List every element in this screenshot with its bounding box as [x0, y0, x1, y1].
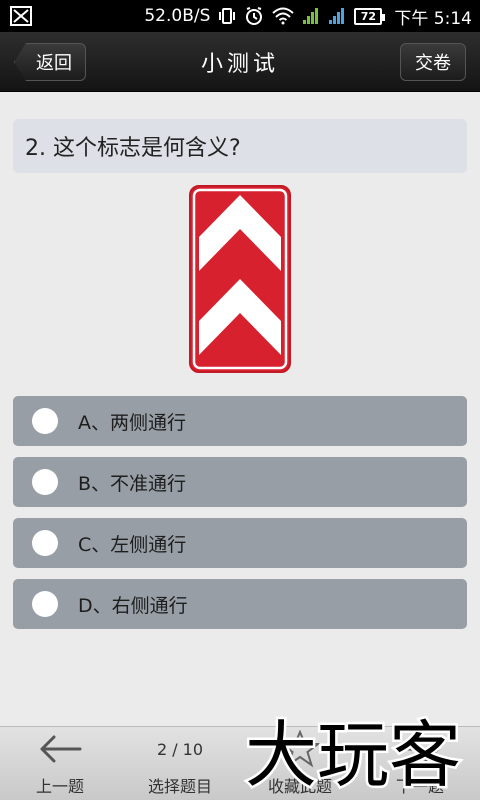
question-progress: 2 / 10	[156, 739, 204, 759]
network-speed: 52.0B/S	[144, 6, 211, 26]
option-a[interactable]: A、两侧通行	[13, 396, 467, 446]
vibrate-icon	[218, 7, 236, 25]
select-question-button[interactable]: 2 / 10 选择题目	[120, 727, 240, 800]
radio-button[interactable]	[32, 469, 58, 495]
clock: 下午 5:14	[394, 8, 472, 29]
option-b[interactable]: B、不准通行	[13, 457, 467, 507]
radio-button[interactable]	[32, 530, 58, 556]
prev-question-button[interactable]: 上一题	[0, 727, 120, 800]
option-label: D、右侧通行	[78, 594, 188, 617]
option-label: A、两侧通行	[78, 411, 186, 434]
traffic-sign-image	[189, 185, 291, 373]
back-button[interactable]: 返回	[14, 43, 86, 81]
signal-icon-2	[328, 7, 346, 25]
page-title: 小测试	[200, 51, 279, 77]
battery-indicator: 72	[354, 7, 386, 25]
submit-button[interactable]: 交卷	[400, 43, 466, 81]
option-d[interactable]: D、右侧通行	[13, 579, 467, 629]
wifi-icon	[272, 7, 295, 25]
select-question-label: 选择题目	[147, 777, 212, 796]
signal-icon-1	[302, 7, 320, 25]
alarm-icon	[244, 6, 264, 26]
option-label: C、左侧通行	[78, 533, 187, 556]
option-label: B、不准通行	[78, 472, 187, 495]
watermark-logo: 大玩客	[242, 711, 463, 800]
debug-icon	[8, 5, 34, 27]
radio-button[interactable]	[32, 408, 58, 434]
watermark-text: 大玩客	[245, 713, 461, 797]
prev-question-label: 上一题	[35, 777, 84, 796]
question-text: 2. 这个标志是何含义?	[13, 119, 467, 173]
title-bar: 返回 小测试 交卷	[0, 32, 480, 92]
status-bar: 52.0B/S 72 下午 5:14	[0, 0, 480, 32]
option-c[interactable]: C、左侧通行	[13, 518, 467, 568]
radio-button[interactable]	[32, 591, 58, 617]
arrow-left-icon	[38, 729, 82, 769]
